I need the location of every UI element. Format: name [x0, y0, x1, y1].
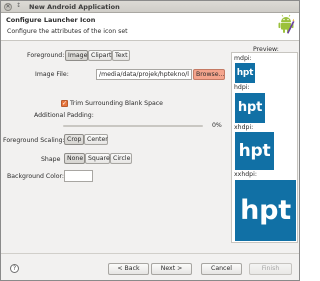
- xxhdpi-icon-preview: hpt: [235, 180, 296, 241]
- page-title: Configure Launcher Icon: [6, 16, 96, 24]
- preview-panel: mdpi: hpt hdpi: hpt xhdpi: hpt xxhdpi: h…: [231, 52, 298, 243]
- help-icon[interactable]: ?: [10, 264, 19, 273]
- hdpi-icon-preview: hpt: [235, 93, 265, 123]
- scaling-crop-button[interactable]: Crop: [64, 134, 84, 145]
- background-color-label: Background Color:: [7, 173, 65, 180]
- wizard-header: Configure Launcher Icon Configure the at…: [1, 13, 299, 41]
- cancel-button[interactable]: Cancel: [201, 263, 242, 275]
- window-menu-icon[interactable]: ↕: [16, 2, 21, 9]
- foreground-scaling-label: Foreground Scaling:: [3, 137, 65, 144]
- shape-none-button[interactable]: None: [64, 153, 85, 164]
- hdpi-label: hdpi:: [234, 84, 250, 91]
- image-file-label: Image File:: [35, 71, 69, 78]
- padding-slider[interactable]: [63, 125, 203, 127]
- foreground-label: Foreground:: [27, 52, 65, 59]
- browse-button[interactable]: Browse...: [193, 69, 225, 80]
- page-description: Configure the attributes of the icon set: [7, 28, 128, 35]
- additional-padding-label: Additional Padding:: [34, 112, 94, 119]
- back-button[interactable]: < Back: [108, 263, 149, 275]
- next-button[interactable]: Next >: [151, 263, 192, 275]
- footer-divider: [1, 253, 299, 254]
- image-file-input[interactable]: /media/data/projek/hptekno/l: [96, 69, 192, 80]
- shape-square-button[interactable]: Square: [85, 153, 110, 164]
- foreground-text-button[interactable]: Text: [112, 50, 130, 61]
- android-logo-icon: [278, 14, 295, 34]
- window-title: New Android Application: [29, 3, 120, 11]
- shape-label: Shape: [41, 156, 61, 163]
- xxhdpi-label: xxhdpi:: [234, 171, 257, 178]
- foreground-clipart-button[interactable]: Clipart: [88, 50, 112, 61]
- background-color-swatch[interactable]: [64, 170, 93, 182]
- padding-value: 0%: [212, 122, 222, 129]
- foreground-image-button[interactable]: Image: [65, 50, 88, 61]
- finish-button: Finish: [249, 263, 292, 275]
- scaling-center-button[interactable]: Center: [84, 134, 108, 145]
- xhdpi-label: xhdpi:: [234, 124, 254, 131]
- close-window-button[interactable]: ✕: [4, 3, 12, 11]
- title-bar: ✕ ↕ New Android Application: [1, 1, 299, 13]
- mdpi-icon-preview: hpt: [235, 63, 255, 83]
- mdpi-label: mdpi:: [234, 55, 252, 62]
- shape-circle-button[interactable]: Circle: [110, 153, 132, 164]
- trim-checkbox[interactable]: ✓: [61, 100, 68, 107]
- trim-label: Trim Surrounding Blank Space: [70, 100, 163, 107]
- xhdpi-icon-preview: hpt: [235, 132, 274, 170]
- dialog-window: ✕ ↕ New Android Application Configure La…: [0, 0, 300, 281]
